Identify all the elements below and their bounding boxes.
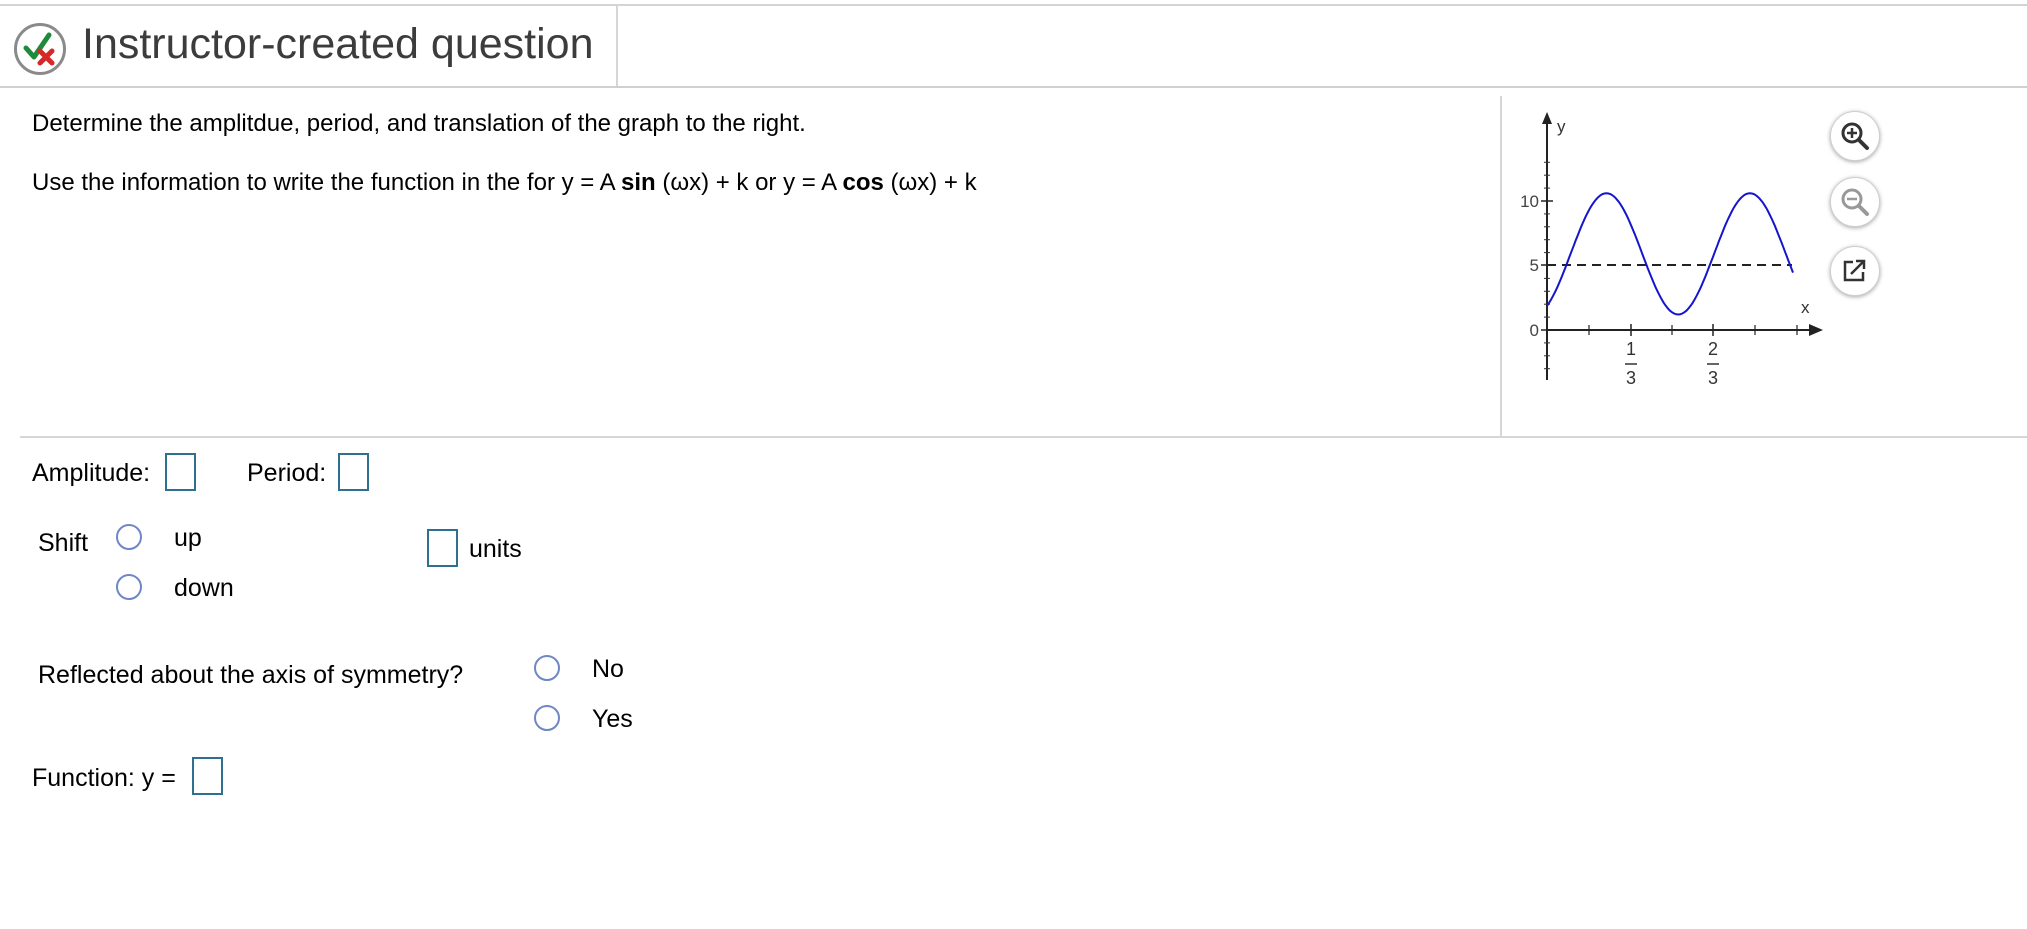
header-divider <box>616 6 618 86</box>
function-input[interactable] <box>192 757 223 795</box>
x-tick-numerator-1: 1 <box>1626 339 1636 359</box>
amplitude-input[interactable] <box>165 453 196 491</box>
check-cross-icon <box>14 23 66 75</box>
x-tick-denominator-2: 3 <box>1708 368 1718 388</box>
function-label: Function: y = <box>32 764 176 792</box>
form-text-2: (ωx) + k or y = A <box>655 169 843 196</box>
cos-keyword: cos <box>842 169 884 196</box>
graph-divider <box>1500 96 1502 436</box>
sine-curve <box>1546 192 1794 316</box>
question-header: Instructor-created question <box>0 6 2027 88</box>
reflected-label: Reflected about the axis of symmetry? <box>38 661 464 689</box>
reflect-yes-label: Yes <box>592 705 633 733</box>
reflect-yes-radio[interactable] <box>534 705 560 731</box>
shift-up-label: up <box>174 524 202 552</box>
period-label: Period: <box>247 459 327 487</box>
shift-units-input[interactable] <box>427 529 458 567</box>
question-instruction: Determine the amplitdue, period, and tra… <box>32 110 806 137</box>
y-axis-label: y <box>1557 117 1566 136</box>
x-tick-numerator-2: 2 <box>1708 339 1718 359</box>
zoom-out-icon <box>1841 188 1869 216</box>
zoom-out-button[interactable] <box>1830 177 1880 227</box>
x-tick-denominator-1: 3 <box>1626 368 1636 388</box>
zoom-in-icon <box>1841 122 1869 150</box>
x-axis-label: x <box>1801 298 1810 317</box>
sin-keyword: sin <box>620 169 656 196</box>
units-label: units <box>469 535 522 563</box>
reflect-no-label: No <box>592 655 624 683</box>
question-form-instruction: Use the information to write the functio… <box>32 169 977 197</box>
sinusoid-graph: y x 10 5 0 1 3 2 3 <box>1505 108 1835 413</box>
shift-label: Shift <box>38 529 89 557</box>
y-tick-label-5: 5 <box>1530 256 1539 275</box>
zoom-in-button[interactable] <box>1830 111 1880 161</box>
question-title: Instructor-created question <box>82 20 594 68</box>
reflect-no-radio[interactable] <box>534 655 560 681</box>
y-tick-label-0: 0 <box>1530 321 1539 340</box>
form-text-3: (ωx) + k <box>883 169 977 196</box>
graph-svg: y x 10 5 0 1 3 2 3 <box>1520 112 1823 388</box>
y-tick-label-10: 10 <box>1520 192 1539 211</box>
period-input[interactable] <box>338 453 369 491</box>
x-axis-arrow <box>1809 324 1823 336</box>
amplitude-label: Amplitude: <box>32 459 151 487</box>
section-divider <box>20 436 2027 438</box>
y-axis-arrow <box>1542 112 1552 124</box>
popout-icon <box>1843 259 1866 282</box>
form-text-1: Use the information to write the functio… <box>32 169 621 196</box>
shift-down-radio[interactable] <box>116 574 142 600</box>
shift-down-label: down <box>174 574 234 602</box>
shift-up-radio[interactable] <box>116 524 142 550</box>
popout-button[interactable] <box>1830 246 1880 296</box>
